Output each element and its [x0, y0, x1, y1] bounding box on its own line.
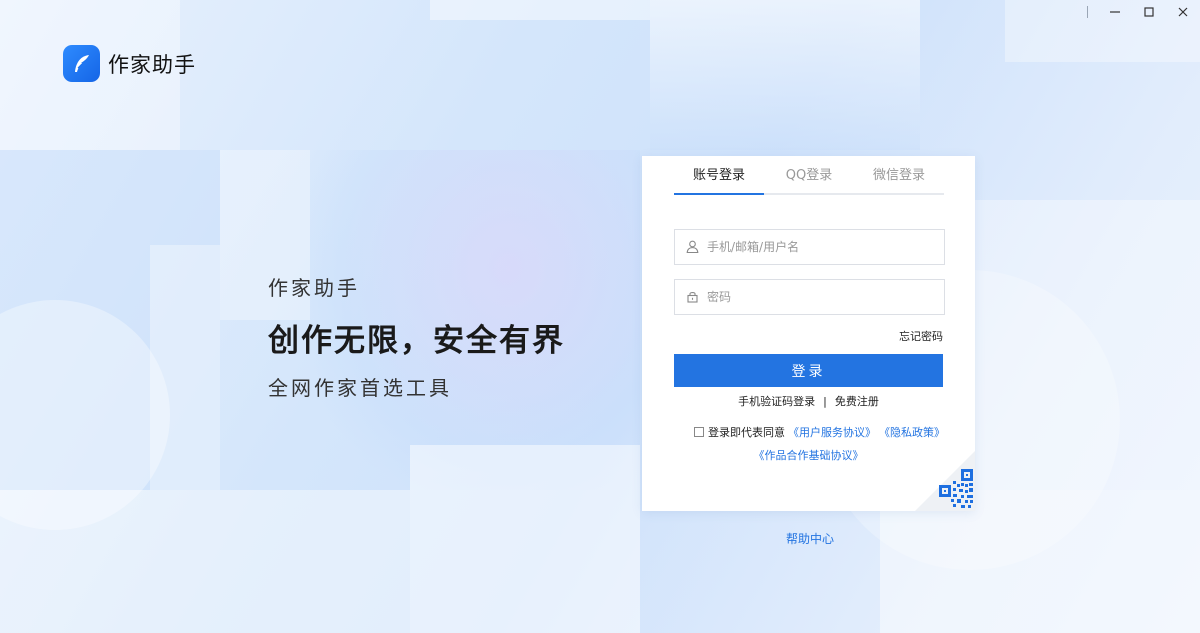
window-controls-divider: [1087, 6, 1088, 18]
background-shape: [650, 0, 920, 150]
close-icon[interactable]: [1166, 0, 1200, 24]
maximize-icon[interactable]: [1132, 0, 1166, 24]
alt-login-links: 手机验证码登录 | 免费注册: [642, 393, 975, 409]
login-tabs: 账号登录 QQ登录 微信登录: [674, 156, 944, 195]
user-icon: [686, 238, 699, 257]
user-agreement-link[interactable]: 《用户服务协议》: [788, 424, 876, 440]
link-separator: |: [823, 395, 827, 408]
app-logo: 作家助手: [63, 45, 196, 82]
sms-login-link[interactable]: 手机验证码登录: [738, 395, 815, 408]
qr-code-icon[interactable]: [915, 451, 975, 511]
agreement-text: 登录即代表同意: [708, 426, 785, 439]
app-name: 作家助手: [108, 52, 196, 77]
slogan-headline: 创作无限，安全有界: [268, 323, 565, 359]
password-field[interactable]: [674, 279, 945, 315]
background-shape: [430, 0, 650, 20]
login-button[interactable]: 登录: [674, 354, 943, 387]
username-field[interactable]: [674, 229, 945, 265]
help-center-link[interactable]: 帮助中心: [786, 530, 834, 547]
forgot-password-link[interactable]: 忘记密码: [899, 328, 943, 344]
register-link[interactable]: 免费注册: [835, 395, 879, 408]
background: [0, 0, 1200, 633]
username-input[interactable]: [707, 240, 927, 254]
tab-qq-login[interactable]: QQ登录: [764, 156, 854, 193]
window-controls: [1087, 0, 1200, 24]
login-panel: 账号登录 QQ登录 微信登录 忘记密码 登录 手机验证码登录 | 免费注册 登录即代…: [642, 156, 975, 511]
privacy-policy-link[interactable]: 《隐私政策》: [879, 424, 945, 440]
password-input[interactable]: [707, 290, 927, 304]
tab-account-login[interactable]: 账号登录: [674, 156, 764, 195]
slogan-app-name: 作家助手: [268, 276, 360, 300]
slogan-subtitle: 全网作家首选工具: [268, 376, 452, 400]
feather-pen-icon: [63, 45, 100, 82]
lock-icon: [686, 288, 699, 307]
slogan-block: 作家助手 创作无限，安全有界 全网作家首选工具: [268, 272, 565, 401]
agreement-checkbox[interactable]: [694, 427, 704, 437]
agreement-row: 登录即代表同意 《用户服务协议》 《隐私政策》: [694, 424, 945, 440]
tab-wechat-login[interactable]: 微信登录: [854, 156, 944, 193]
background-shape: [410, 445, 640, 633]
minimize-icon[interactable]: [1098, 0, 1132, 24]
